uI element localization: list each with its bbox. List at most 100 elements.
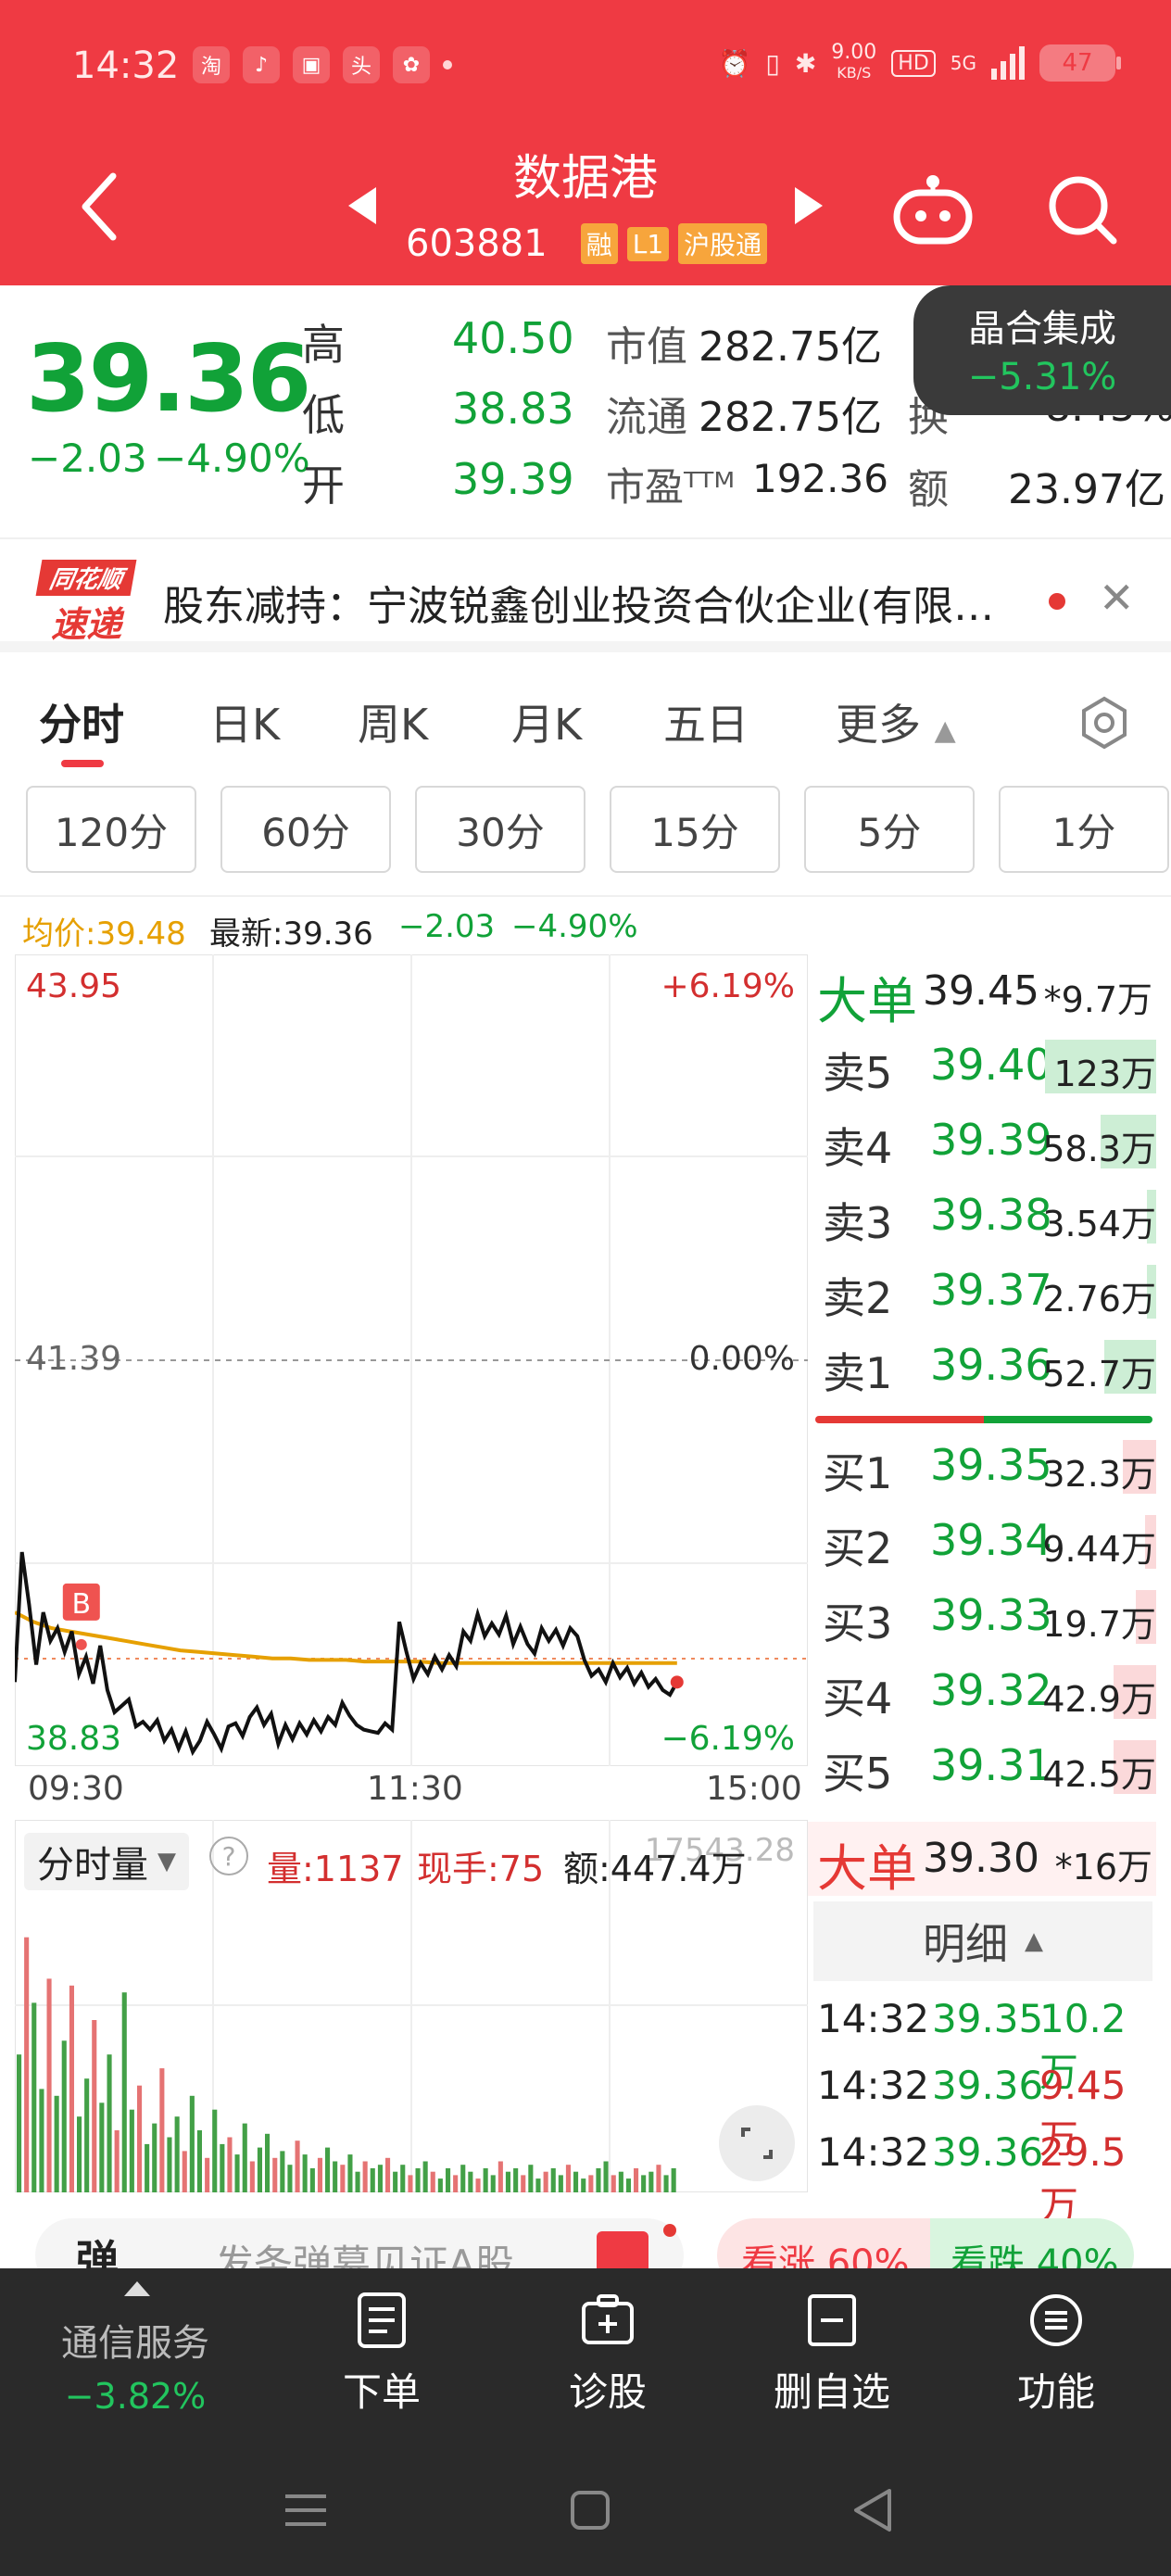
avg-price: 均价:39.48	[22, 915, 186, 953]
period-120min[interactable]: 120分	[26, 786, 196, 873]
period-60min[interactable]: 60分	[220, 786, 391, 873]
volume-bar	[227, 2137, 233, 2192]
help-icon[interactable]: ?	[209, 1837, 248, 1875]
bid-level-label: 买3	[823, 1598, 893, 1648]
ask-level-qty: 58.3万	[1042, 1129, 1156, 1169]
volume-bar	[61, 2040, 67, 2192]
period-30min[interactable]: 30分	[415, 786, 586, 873]
bid-level-price: 39.35	[930, 1440, 1052, 1490]
volume-bar	[287, 2165, 293, 2192]
functions-button[interactable]: 功能	[982, 2268, 1130, 2448]
tab-five-day[interactable]: 五日	[663, 691, 749, 752]
volume-selector[interactable]: 分时量 ▼	[24, 1833, 189, 1890]
app-icon: ▣	[293, 46, 330, 83]
bullish-vote[interactable]: 看涨 60%	[717, 2218, 930, 2270]
volume-bar	[107, 2054, 112, 2192]
volume-bar	[54, 2095, 59, 2192]
volume-bar	[497, 2161, 503, 2192]
volume-bar	[528, 2165, 534, 2192]
news-logo: 同花顺 速递	[35, 560, 137, 645]
next-stock-icon[interactable]	[789, 185, 826, 226]
volume-bar	[422, 2161, 428, 2192]
bid-level-row[interactable]: 买2 39.34 9.44万	[815, 1506, 1156, 1580]
intraday-chart[interactable]: B 43.95 41.39 38.83 +6.19% 0.00% −6.19%	[15, 954, 808, 1766]
back-nav-icon[interactable]	[849, 2485, 895, 2535]
menu-icon[interactable]	[278, 2487, 334, 2533]
system-nav-bar	[0, 2448, 1171, 2576]
big-buy-order[interactable]: 大单 39.30 *16万	[808, 1822, 1156, 1898]
bid-level-row[interactable]: 买1 39.35 32.3万	[815, 1431, 1156, 1505]
chart-tabs: 分时 日K 周K 月K 五日 更多 ▲	[0, 667, 1171, 769]
period-5min[interactable]: 5分	[804, 786, 975, 873]
robot-assistant-icon[interactable]	[891, 172, 975, 246]
volume-bar	[468, 2171, 473, 2192]
period-1min[interactable]: 1分	[999, 786, 1169, 873]
volume-bar	[483, 2168, 488, 2192]
bearish-vote[interactable]: 看跌 40%	[930, 2218, 1134, 2270]
price-change-pct: −4.90%	[154, 436, 310, 481]
low-label: 低	[302, 390, 345, 440]
search-icon[interactable]	[1045, 172, 1119, 246]
battery-icon: 47	[1039, 44, 1121, 82]
x-tick-midday: 11:30	[367, 1770, 463, 1808]
bid-level-label: 买5	[823, 1749, 893, 1799]
volume-bar	[573, 2171, 579, 2192]
unread-dot	[663, 2224, 676, 2237]
bid-level-price: 39.32	[930, 1665, 1052, 1715]
diagnose-button[interactable]: 诊股	[534, 2268, 682, 2448]
news-ticker[interactable]: 同花顺 速递 股东减持：宁波锐鑫创业投资合伙企业(有限合伙) ✕	[0, 537, 1171, 652]
volume-bar	[77, 2116, 82, 2192]
volume-selector-label: 分时量	[37, 1844, 148, 1887]
ask-level-label: 卖4	[823, 1123, 893, 1173]
period-15min[interactable]: 15分	[610, 786, 780, 873]
ask-level-row[interactable]: 卖4 39.39 58.3万	[815, 1105, 1156, 1180]
trade-detail-header[interactable]: 明细 ▲	[813, 1901, 1152, 1981]
ask-level-label: 卖1	[823, 1348, 893, 1398]
volume-bar	[302, 2154, 308, 2192]
bid-level-row[interactable]: 买4 39.32 42.9万	[815, 1656, 1156, 1730]
home-icon[interactable]	[567, 2487, 613, 2533]
tab-intraday[interactable]: 分时	[39, 691, 124, 752]
volume-bar	[272, 2157, 278, 2192]
amount-label: 额	[908, 466, 949, 513]
high-value: 40.50	[452, 313, 574, 363]
open-label: 开	[302, 461, 345, 511]
bid-level-row[interactable]: 买5 39.31 42.5万	[815, 1731, 1156, 1805]
big-sell-order[interactable]: 大单 39.45 *9.7万	[808, 954, 1156, 1030]
tab-more[interactable]: 更多 ▲	[836, 691, 956, 752]
ask-level-row[interactable]: 卖1 39.36 52.7万	[815, 1331, 1156, 1405]
place-order-button[interactable]: 下单	[308, 2268, 456, 2448]
volume-bar	[437, 2178, 443, 2192]
tab-monthly-k[interactable]: 月K	[511, 691, 582, 752]
toutiao-app-icon: 头	[343, 46, 380, 83]
volume-bar	[400, 2165, 406, 2192]
remove-watchlist-button[interactable]: 删自选	[758, 2268, 906, 2448]
volume-bar	[114, 2130, 120, 2192]
concept-popup[interactable]: 晶合集成 −5.31%	[913, 285, 1171, 415]
tab-underline	[61, 760, 104, 767]
bid-level-qty: 42.9万	[1042, 1679, 1156, 1720]
bid-level-row[interactable]: 买3 39.33 19.7万	[815, 1581, 1156, 1655]
gift-icon[interactable]	[597, 2231, 648, 2270]
hd-badge: HD	[891, 49, 936, 77]
volume-bar	[317, 2157, 322, 2192]
volume-bar	[505, 2171, 510, 2192]
volume-bar	[588, 2175, 594, 2192]
ask-level-row[interactable]: 卖5 39.40 123万	[815, 1030, 1156, 1105]
tab-daily-k[interactable]: 日K	[209, 691, 280, 752]
bid-level-label: 买1	[823, 1448, 893, 1498]
summary-pct: −4.90%	[511, 908, 638, 945]
close-icon[interactable]: ✕	[1099, 573, 1135, 623]
sector-indicator[interactable]: 通信服务 −3.82%	[43, 2268, 228, 2448]
bottom-nav: 通信服务 −3.82% 下单 诊股 删自选 功能	[0, 2268, 1171, 2448]
settings-icon[interactable]	[1077, 695, 1132, 751]
tab-weekly-k[interactable]: 周K	[358, 691, 428, 752]
ask-level-row[interactable]: 卖3 39.38 3.54万	[815, 1181, 1156, 1255]
ask-level-row[interactable]: 卖2 39.37 2.76万	[815, 1256, 1156, 1330]
stock-name: 数据港	[512, 151, 658, 207]
stock-code-line: 603881 融 L1 沪股通	[406, 222, 768, 265]
news-text[interactable]: 股东减持：宁波锐鑫创业投资合伙企业(有限合伙)	[163, 573, 1025, 632]
barrage-label: 弹	[76, 2236, 119, 2270]
mktcap-value: 282.75亿	[699, 323, 882, 371]
expand-icon[interactable]	[719, 2105, 795, 2181]
